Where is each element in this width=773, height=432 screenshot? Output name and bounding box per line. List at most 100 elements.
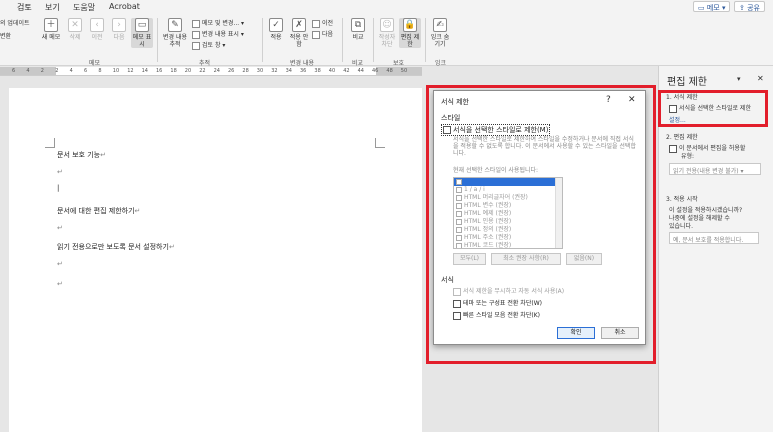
- share-button[interactable]: ⇪ 공유: [734, 1, 765, 12]
- ruler-number: 8: [98, 68, 102, 74]
- checkbox-icon: [669, 144, 677, 153]
- next-icon: ›: [112, 18, 126, 32]
- ink-icon: ✍: [433, 18, 447, 32]
- ruler-number: 24: [213, 68, 220, 74]
- ruler-number: 20: [184, 68, 192, 74]
- show-markup-button[interactable]: 변경 내용 표시 ▾: [192, 29, 244, 39]
- comments-button[interactable]: ▭ 메모 ▾: [693, 1, 731, 12]
- ruler-number: 36: [300, 68, 307, 74]
- previous-change-icon: [312, 19, 320, 28]
- new-comment-button[interactable]: ＋ 새 메모: [40, 18, 62, 41]
- share-icon: ⇪: [739, 4, 748, 12]
- reviewing-pane-button[interactable]: 검토 창 ▾: [192, 40, 225, 50]
- person-icon: ☺: [380, 18, 394, 32]
- ruler-number: 22: [199, 68, 206, 74]
- section-2-heading: 2. 편집 제한: [666, 134, 698, 141]
- compare-icon: ⧉: [351, 18, 365, 32]
- allow-editing-type-label: 유형:: [681, 153, 695, 160]
- divider: [342, 18, 343, 62]
- ruler-number: 14: [141, 68, 148, 74]
- pane-options-icon[interactable]: ▾: [737, 75, 741, 83]
- divider: [425, 18, 426, 62]
- block-authors-button[interactable]: ☺ 작성자 차단: [376, 18, 398, 48]
- section-3-heading: 3. 적용 시작: [666, 196, 698, 203]
- ruler-number: 6: [12, 68, 16, 74]
- ruler-number: 16: [156, 68, 163, 74]
- ruler-number: 46: [372, 68, 379, 74]
- doc-line-3[interactable]: 읽기 전용으로만 보도록 문서 설정하기↵: [57, 242, 175, 252]
- next-change-button[interactable]: 다음: [312, 29, 333, 39]
- doc-line-2[interactable]: 문서에 대한 편집 제한하기↵: [57, 206, 140, 216]
- next-change-icon: [312, 30, 320, 39]
- delete-icon: ✕: [68, 18, 82, 32]
- ruler-number: 4: [69, 68, 73, 74]
- empty-paragraph[interactable]: ↵: [57, 260, 63, 268]
- accept-button[interactable]: ✓ 적용: [265, 18, 287, 41]
- divider: [373, 18, 374, 62]
- hide-ink-button[interactable]: ✍ 잉크 숨기기: [429, 18, 451, 48]
- ruler-margin-right: [376, 67, 422, 75]
- reject-button[interactable]: ✗ 적용 안 함: [288, 18, 310, 48]
- new-comment-icon: ＋: [44, 18, 58, 32]
- show-comments-button[interactable]: ▭ 메모 표시: [131, 18, 153, 48]
- divider: [157, 18, 158, 62]
- compare-button[interactable]: ⧉ 비교: [347, 18, 369, 41]
- ruler-number: 48: [386, 68, 393, 74]
- track-changes-button[interactable]: ✎ 변경 내용 추적: [161, 18, 189, 48]
- markup-icon: [192, 19, 200, 28]
- reject-icon: ✗: [292, 18, 306, 32]
- empty-paragraph[interactable]: ↵: [57, 224, 63, 232]
- ruler-number: 2: [55, 68, 59, 74]
- ruler-number: 2: [40, 68, 44, 74]
- ruler-number: 12: [127, 68, 134, 74]
- tab-acrobat[interactable]: Acrobat: [109, 2, 140, 11]
- reviewing-pane-icon: [192, 41, 200, 50]
- track-changes-icon: ✎: [168, 18, 182, 32]
- ruler-number: 30: [256, 68, 264, 74]
- doc-line-1[interactable]: 문서 보호 기능↵: [57, 150, 106, 160]
- divider: [262, 18, 263, 62]
- ruler-number: 38: [314, 68, 321, 74]
- previous-change-button[interactable]: 이전: [312, 18, 333, 28]
- horizontal-ruler[interactable]: 6 4 2 2 4 6 8 10 12 14 16 18 20 22 24 26 28 30 32 34 36 38 40 4…: [0, 66, 422, 76]
- ribbon: 의 업데이트 변환 ＋ 새 메모 ✕ 삭제 ‹ 이전 › 다음 ▭ 메모 표시 ✎ 변경 내…: [0, 14, 773, 67]
- next-comment-button[interactable]: › 다음: [108, 18, 130, 41]
- dialog-highlight-box: [426, 85, 656, 364]
- ruler-number: 10: [112, 68, 120, 74]
- restrict-editing-button[interactable]: 🔒 편집 제한: [399, 18, 421, 48]
- pane-highlight-box: [658, 90, 768, 127]
- tab-help[interactable]: 도움말: [73, 2, 95, 13]
- ruler-number: 18: [170, 68, 177, 74]
- delete-comment-button[interactable]: ✕ 삭제: [64, 18, 86, 41]
- enforcement-text-3: 있습니다.: [669, 223, 693, 230]
- update-label[interactable]: 의 업데이트: [0, 18, 30, 27]
- ruler-number: 4: [26, 68, 30, 74]
- document-page[interactable]: 문서 보호 기능↵ ↵ | 문서에 대한 편집 제한하기↵ ↵ 읽기 전용으로만…: [9, 88, 422, 432]
- convert-label[interactable]: 변환: [0, 31, 11, 40]
- ruler-number: 28: [242, 68, 249, 74]
- ruler-number: 32: [271, 68, 278, 74]
- close-icon[interactable]: ✕: [757, 74, 764, 83]
- ribbon-tab-bar: 검토 보기 도움말 Acrobat ▭ 메모 ▾ ⇪ 공유: [0, 0, 773, 16]
- show-comments-icon: ▭: [135, 18, 149, 32]
- restrict-editing-icon: 🔒: [403, 18, 417, 32]
- ruler-number: 26: [228, 68, 235, 74]
- tab-view[interactable]: 보기: [45, 2, 60, 13]
- margin-corner-mark: [375, 138, 385, 148]
- ruler-number: 44: [357, 68, 364, 74]
- empty-paragraph[interactable]: ↵: [57, 168, 63, 176]
- comment-icon: ▭: [698, 4, 707, 12]
- editing-type-select[interactable]: 읽기 전용(내용 변경 불가) ▾: [669, 163, 761, 175]
- start-enforcing-button[interactable]: 예, 문서 보호를 적용합니다.: [669, 232, 759, 244]
- margin-corner-mark: [45, 138, 55, 148]
- markup-dropdown[interactable]: 메모 및 변경... ▾: [192, 18, 244, 28]
- ruler-number: 50: [400, 68, 408, 74]
- previous-comment-button[interactable]: ‹ 이전: [86, 18, 108, 41]
- previous-icon: ‹: [90, 18, 104, 32]
- ruler-number: 6: [84, 68, 88, 74]
- text-cursor: |: [57, 184, 60, 192]
- show-markup-icon: [192, 30, 200, 39]
- ruler-number: 40: [328, 68, 336, 74]
- document-area: 문서 보호 기능↵ ↵ | 문서에 대한 편집 제한하기↵ ↵ 읽기 전용으로만…: [0, 76, 422, 432]
- empty-paragraph[interactable]: ↵: [57, 280, 63, 288]
